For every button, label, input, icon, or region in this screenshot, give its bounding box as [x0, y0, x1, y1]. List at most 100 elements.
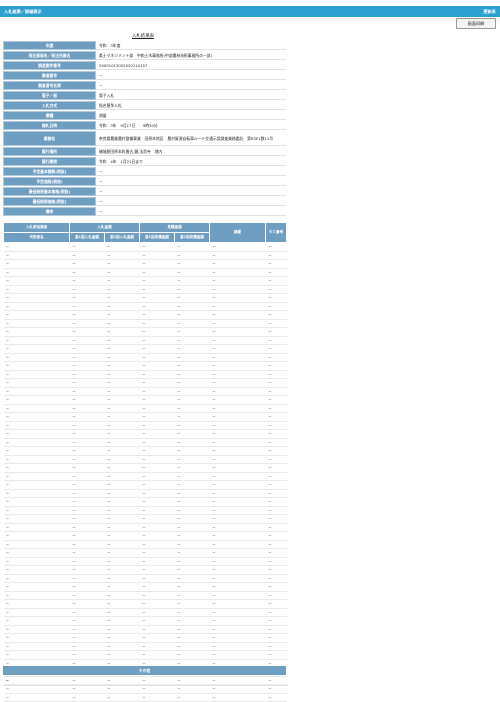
info-label: 予定価格(税抜) [3, 177, 96, 186]
cell-bidder-name: － [3, 429, 70, 439]
cell-bidder-name: － [3, 633, 70, 643]
cell-kc-number: － [265, 548, 287, 558]
cell-estimate-1: － [139, 251, 175, 260]
table-row: －－－－－－－ [3, 310, 287, 320]
cell-kc-number: － [265, 650, 287, 660]
cell-bidder-name: － [3, 242, 70, 252]
cell-bid-1: － [69, 514, 105, 524]
cell-kc-number: － [265, 446, 287, 456]
cell-kc-number: － [265, 395, 287, 405]
table-row: －－－－－－－ [3, 446, 287, 456]
table-row: －－－－－－－ [3, 438, 287, 447]
table-row: －－－－－－－ [3, 514, 287, 524]
info-row: 電子／紙 電子入札 [3, 91, 286, 100]
col-header-bid-2: 第2回入札金額 [104, 232, 140, 243]
cell-estimate-2: － [174, 480, 210, 490]
cell-remarks: － [209, 472, 266, 481]
cell-remarks: － [209, 642, 266, 651]
col-header-bid-amount: 入札金額 [69, 222, 140, 233]
cell-kc-number: － [265, 378, 287, 388]
cell-bidder-name: － [3, 285, 70, 294]
table-row: －－－－－－－ [3, 378, 287, 388]
cell-estimate-1: － [139, 608, 175, 617]
cell-kc-number: － [265, 633, 287, 643]
cell-bidder-name: － [3, 650, 70, 660]
info-value: － [96, 197, 286, 206]
cell-bid-2: － [104, 540, 140, 549]
cell-estimate-2: － [174, 370, 210, 379]
cell-remarks: － [209, 693, 266, 702]
cell-bid-2: － [104, 404, 140, 413]
bid-info-table: 年度 令和 3年度 発注部局名／発注所属名 県土マネジメント部 中和土木事務所(中部農… [3, 40, 286, 217]
cell-bid-1: － [69, 285, 105, 294]
cell-bid-2: － [104, 608, 140, 617]
cell-bid-2: － [104, 480, 140, 490]
cell-estimate-2: － [174, 514, 210, 524]
cell-bid-2: － [104, 344, 140, 354]
cell-estimate-2: － [174, 429, 210, 439]
cell-estimate-2: － [174, 268, 210, 277]
cell-kc-number: － [265, 353, 287, 362]
cell-kc-number: － [265, 404, 287, 413]
print-screen-button[interactable]: 画面印刷 [456, 18, 496, 29]
cell-bid-2: － [104, 268, 140, 277]
cell-kc-number: － [265, 608, 287, 617]
cell-estimate-2: － [174, 446, 210, 456]
cell-remarks: － [209, 599, 266, 609]
cell-bid-1: － [69, 463, 105, 473]
col-header-estimate-amount: 見積金額 [139, 222, 210, 233]
cell-bidder-name: － [3, 693, 70, 702]
cell-estimate-2: － [174, 344, 210, 354]
cell-bid-2: － [104, 285, 140, 294]
cell-estimate-2: － [174, 302, 210, 311]
cell-bidder-name: － [3, 302, 70, 311]
cell-bid-2: － [104, 531, 140, 541]
cell-estimate-2: － [174, 361, 210, 371]
cell-remarks: － [209, 548, 266, 558]
cell-estimate-1: － [139, 438, 175, 447]
cell-estimate-1: － [139, 514, 175, 524]
cell-bid-1: － [69, 531, 105, 541]
cell-bid-1: － [69, 608, 105, 617]
cell-bid-2: － [104, 599, 140, 609]
cell-estimate-2: － [174, 599, 210, 609]
cell-estimate-2: － [174, 633, 210, 643]
cell-remarks: － [209, 344, 266, 354]
cell-estimate-2: － [174, 242, 210, 252]
table-row: －－－－－－－ [3, 421, 287, 430]
info-label: 電子／紙 [3, 91, 96, 100]
info-value: 令和 4年 1月21日まで [96, 157, 286, 166]
info-label: 業種 [3, 111, 96, 120]
col-header-bid-1: 第1回入札金額 [69, 232, 105, 243]
cell-estimate-1: － [139, 285, 175, 294]
cell-estimate-1: － [139, 489, 175, 498]
cell-kc-number: － [265, 455, 287, 464]
cell-bidder-name: － [3, 506, 70, 515]
cell-estimate-2: － [174, 310, 210, 320]
cell-estimate-2: － [174, 548, 210, 558]
cell-kc-number: － [265, 497, 287, 507]
cell-estimate-2: － [174, 455, 210, 464]
table-row: －－－－－－－ [3, 548, 287, 558]
cell-estimate-2: － [174, 472, 210, 481]
cell-estimate-2: － [174, 276, 210, 286]
cell-bidder-name: － [3, 463, 70, 473]
cell-estimate-1: － [139, 259, 175, 269]
cell-kc-number: － [265, 276, 287, 286]
cell-bid-2: － [104, 650, 140, 660]
cell-bidder-name: － [3, 548, 70, 558]
cell-bid-1: － [69, 523, 105, 532]
cell-estimate-2: － [174, 693, 210, 702]
info-row: 調達案件番号 29001013052020210157 [3, 61, 286, 70]
cell-kc-number: － [265, 327, 287, 337]
cell-bid-1: － [69, 574, 105, 583]
cell-estimate-1: － [139, 370, 175, 379]
cell-bid-2: － [104, 336, 140, 345]
cell-bid-1: － [69, 625, 105, 634]
cell-bid-1: － [69, 268, 105, 277]
cell-kc-number: － [265, 285, 287, 294]
cell-bidder-name: － [3, 353, 70, 362]
cell-estimate-2: － [174, 421, 210, 430]
cell-remarks: － [209, 438, 266, 447]
cell-kc-number: － [265, 463, 287, 473]
